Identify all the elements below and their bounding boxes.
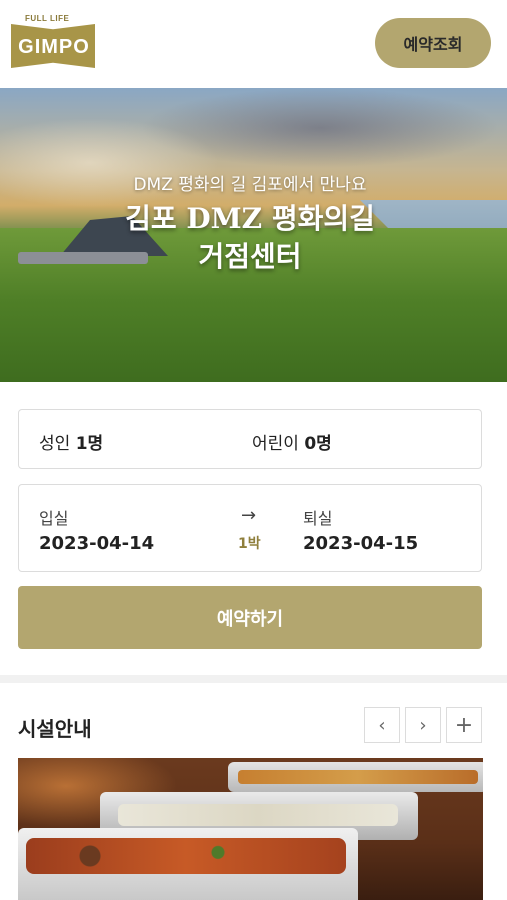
chevron-right-icon[interactable]: › xyxy=(405,707,441,743)
facility-image[interactable] xyxy=(18,758,483,900)
adult-label: 성인 xyxy=(39,434,71,454)
checkout-label: 퇴실 xyxy=(303,509,333,528)
buffet-tray xyxy=(228,762,483,792)
section-divider xyxy=(0,675,507,683)
hero-title-line2: 거점센터 xyxy=(198,240,302,273)
hero-subtitle: DMZ 평화의 길 김포에서 만나요 xyxy=(133,175,367,195)
child-label: 어린이 xyxy=(252,434,299,454)
adult-value: 1명 xyxy=(75,434,104,454)
gimpo-logo[interactable]: FULL LIFE GIMPO xyxy=(11,14,95,68)
plus-icon[interactable]: + xyxy=(446,707,482,743)
facility-section-title: 시설안내 xyxy=(18,717,92,741)
arrow-right-icon: → xyxy=(241,505,257,526)
child-value: 0명 xyxy=(304,434,332,454)
hero-title: 김포 DMZ 평화의길 거점센터 xyxy=(0,200,500,276)
buffet-food xyxy=(238,770,478,784)
nights-count: 1박 xyxy=(238,536,261,552)
checkout-date[interactable]: 2023-04-15 xyxy=(303,533,418,554)
buffet-food xyxy=(118,804,398,826)
reservation-lookup-button[interactable]: 예약조회 xyxy=(375,18,491,68)
checkin-date[interactable]: 2023-04-14 xyxy=(39,533,154,554)
book-button[interactable]: 예약하기 xyxy=(18,586,482,649)
logo-wordmark: GIMPO xyxy=(18,36,90,58)
date-range-selector[interactable]: 입실 2023-04-14 → 1박 퇴실 2023-04-15 xyxy=(18,484,482,572)
hero-title-line1: 김포 DMZ 평화의길 xyxy=(125,202,375,235)
buffet-food xyxy=(26,838,346,874)
buffet-tray xyxy=(18,828,358,900)
header: FULL LIFE GIMPO 예약조회 xyxy=(0,0,507,88)
checkin-label: 입실 xyxy=(39,509,69,528)
child-count[interactable]: 어린이 0명 xyxy=(252,429,332,454)
adult-count[interactable]: 성인 1명 xyxy=(39,429,103,454)
chevron-left-icon[interactable]: ‹ xyxy=(364,707,400,743)
logo-tagline: FULL LIFE xyxy=(25,14,70,23)
hero-banner: DMZ 평화의 길 김포에서 만나요 김포 DMZ 평화의길 거점센터 xyxy=(0,88,507,382)
guest-count-selector[interactable]: 성인 1명 어린이 0명 xyxy=(18,409,482,469)
